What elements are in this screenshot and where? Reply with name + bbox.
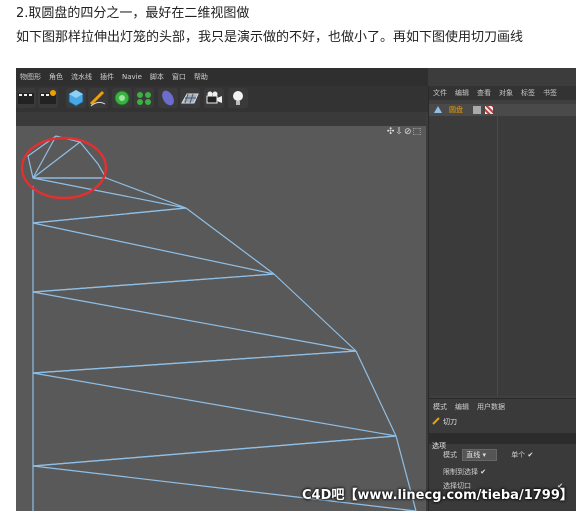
cube-icon[interactable]	[66, 88, 86, 108]
object-row-disc[interactable]: 圆盘	[429, 104, 576, 116]
floor-icon[interactable]	[180, 88, 200, 108]
menu-item-help[interactable]: 帮助	[190, 72, 212, 82]
tab-mode[interactable]: 模式	[429, 402, 451, 412]
mode-row: 模式 直线 ▾ 单个 ✔	[443, 449, 533, 461]
wireframe-mesh	[20, 135, 417, 511]
caption-line-1: 2.取圆盘的四分之一，最好在二维视图做	[16, 6, 250, 21]
render-view-icon[interactable]	[16, 88, 36, 108]
render-icon[interactable]	[38, 88, 58, 108]
right-panel: 文件 编辑 查看 对象 标签 书签 圆盘 模式 编辑 用户数据 切刀 选项 模式…	[428, 86, 576, 511]
options-section-bar[interactable]: 选项	[429, 433, 576, 450]
pen-spline-icon[interactable]	[88, 88, 108, 108]
mesh-outer-edge	[355, 350, 397, 437]
menu-tags[interactable]: 标签	[517, 88, 539, 98]
caption-line-2: 如下图那样拉伸出灯笼的头部，我只是演示做的不好，也做小了。再如下图使用切刀画线	[16, 30, 524, 45]
object-name[interactable]: 圆盘	[449, 105, 463, 115]
mesh-ring-edge	[32, 273, 275, 293]
mesh-diagonal-edge	[32, 291, 357, 352]
single-checkbox[interactable]: ✔	[527, 451, 533, 459]
main-toolbar	[16, 86, 428, 112]
subdivision-icon[interactable]	[112, 88, 132, 108]
tab-user-data[interactable]: 用户数据	[473, 402, 509, 412]
menu-item-script[interactable]: 脚本	[146, 72, 168, 82]
viewport-header	[16, 112, 426, 126]
menu-item-navie[interactable]: Navie	[118, 73, 146, 81]
restrict-row: 限制到选择 ✔	[443, 467, 486, 477]
attribute-tabs: 模式 编辑 用户数据	[429, 401, 509, 413]
visibility-dots-icon[interactable]	[473, 106, 481, 114]
disc-object-icon	[434, 106, 442, 113]
mesh-diagonal-edge	[32, 177, 187, 209]
knife-icon	[432, 417, 440, 425]
object-list	[429, 116, 576, 396]
mesh-diagonal-edge	[32, 372, 397, 437]
mode-dropdown[interactable]: 直线 ▾	[462, 449, 497, 461]
mesh-diagonal-edge	[32, 222, 275, 275]
menu-edit[interactable]: 编辑	[451, 88, 473, 98]
camera-icon[interactable]	[204, 88, 224, 108]
single-label: 单个	[511, 451, 526, 459]
mode-label: 模式	[443, 451, 457, 459]
texture-tag-icon[interactable]	[485, 106, 493, 114]
menu-item-character[interactable]: 角色	[45, 72, 67, 82]
light-icon[interactable]	[228, 88, 248, 108]
array-icon[interactable]	[134, 88, 154, 108]
viewport[interactable]: ✣⇩⊘⬚	[16, 126, 426, 511]
mesh-outer-edge	[273, 273, 357, 352]
menu-item-window[interactable]: 窗口	[168, 72, 190, 82]
menu-item-pipeline[interactable]: 流水线	[67, 72, 96, 82]
menu-objects[interactable]: 对象	[495, 88, 517, 98]
cinema4d-window: 物图形 角色 流水线 插件 Navie 脚本 窗口 帮助 ✣⇩⊘⬚ 文件 编辑 …	[16, 68, 576, 511]
mesh-outer-edge	[105, 177, 187, 209]
column-divider	[497, 116, 498, 396]
menu-item-mograph[interactable]: 物图形	[16, 72, 45, 82]
restrict-checkbox[interactable]: ✔	[480, 468, 486, 476]
watermark: C4D吧【www.linecg.com/tieba/1799】	[302, 488, 573, 503]
tool-title: 切刀	[443, 418, 457, 426]
menu-bookmarks[interactable]: 书签	[539, 88, 561, 98]
tab-edit[interactable]: 编辑	[451, 402, 473, 412]
mesh-ring-edge	[32, 350, 357, 374]
deformer-icon[interactable]	[158, 88, 178, 108]
mesh-ring-edge	[32, 207, 187, 224]
menu-item-plugins[interactable]: 插件	[96, 72, 118, 82]
mesh-ring-edge	[32, 435, 397, 467]
restrict-label: 限制到选择	[443, 468, 478, 476]
annotation-circle	[20, 136, 108, 200]
menu-bar: 物图形 角色 流水线 插件 Navie 脚本 窗口 帮助	[16, 68, 428, 86]
mode-value: 直线	[466, 451, 481, 459]
menu-file[interactable]: 文件	[429, 88, 451, 98]
menu-view[interactable]: 查看	[473, 88, 495, 98]
object-manager-menu: 文件 编辑 查看 对象 标签 书签	[429, 86, 576, 100]
